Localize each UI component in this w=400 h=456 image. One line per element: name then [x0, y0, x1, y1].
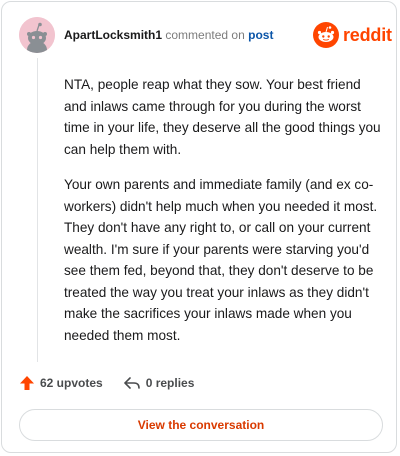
thread-line [37, 58, 38, 362]
comment-card: ApartLocksmith1 commented on post reddit… [1, 1, 397, 453]
action-text: commented on [165, 28, 245, 42]
reddit-wordmark: reddit [343, 24, 392, 45]
reply-button[interactable]: 0 replies [123, 375, 195, 391]
post-link[interactable]: post [248, 28, 273, 42]
reply-count: 0 replies [145, 376, 195, 390]
user-avatar[interactable] [19, 17, 55, 53]
snoo-avatar-icon [19, 17, 55, 53]
comment-body: NTA, people reap what they sow. Your bes… [64, 74, 382, 360]
reddit-logo[interactable]: reddit [313, 22, 392, 48]
comment-actions: 62 upvotes 0 replies [19, 375, 194, 391]
comment-paragraph-1: NTA, people reap what they sow. Your bes… [64, 77, 381, 157]
reply-arrow-icon [123, 377, 140, 389]
upvote-arrow-icon [20, 376, 34, 390]
upvote-count: 62 upvotes [40, 376, 103, 390]
upvote-button[interactable]: 62 upvotes [19, 375, 103, 391]
view-conversation-button[interactable]: View the conversation [19, 409, 383, 441]
comment-paragraph-2: Your own parents and immediate family (a… [64, 177, 378, 343]
comment-header: ApartLocksmith1 commented on post [64, 27, 273, 43]
reddit-snoo-icon [313, 22, 339, 48]
username-link[interactable]: ApartLocksmith1 [64, 28, 162, 42]
